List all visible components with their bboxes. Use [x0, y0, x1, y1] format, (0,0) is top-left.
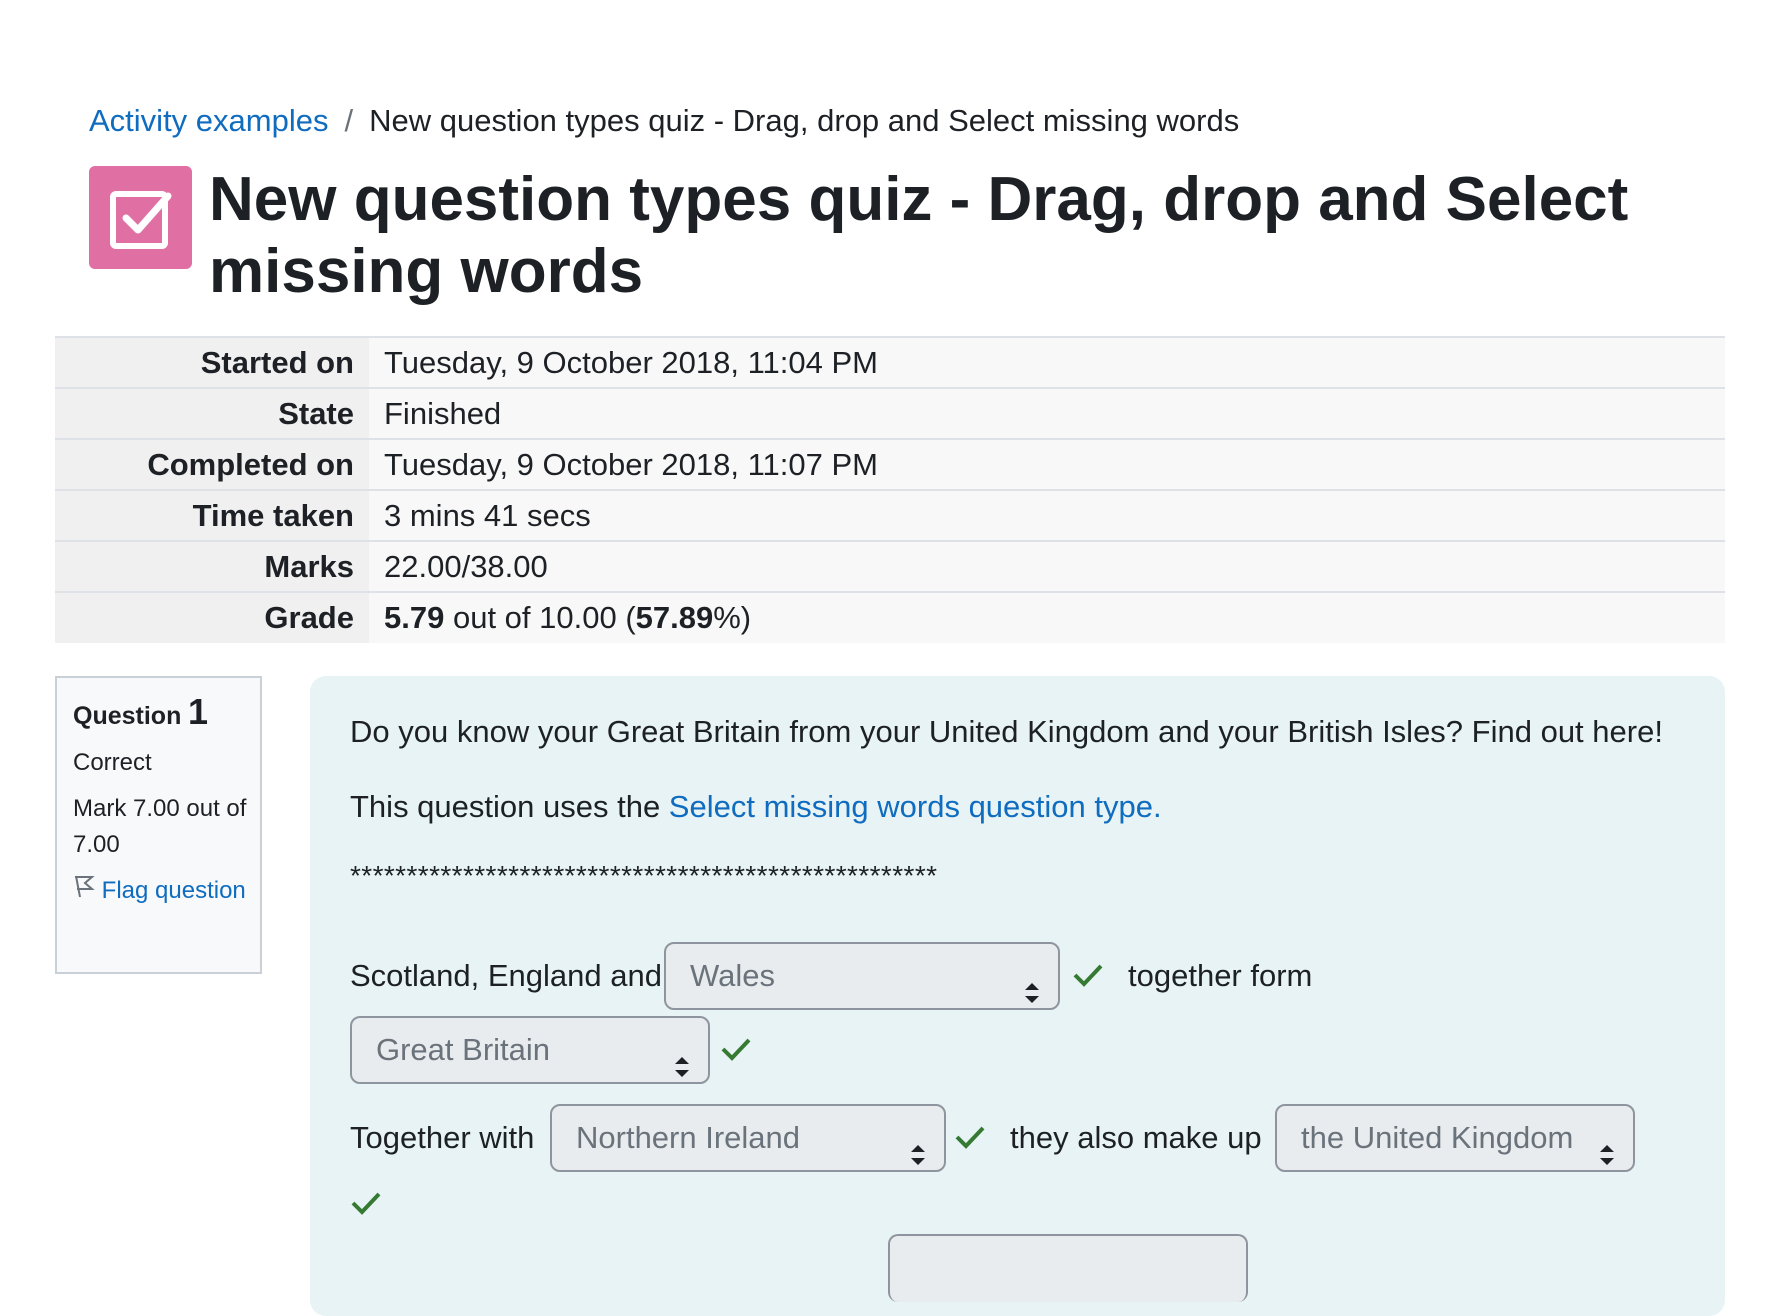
question-info-panel: Question 1 Correct Mark 7.00 out of 7.00… — [55, 676, 262, 974]
select-caret-icon — [1024, 964, 1040, 1028]
gap-text-1: Scotland, England and — [350, 958, 662, 993]
gap-text-4: they also make up — [1010, 1120, 1262, 1155]
summary-row-time: Time taken 3 mins 41 secs — [55, 490, 1725, 541]
question-type-prefix: This question uses the — [350, 789, 669, 824]
flag-icon — [73, 875, 95, 904]
flag-question-link[interactable]: Flag question — [73, 873, 253, 909]
gap-select-2-value: Great Britain — [376, 1032, 551, 1067]
select-caret-icon — [910, 1126, 926, 1190]
grade-end: %) — [713, 600, 752, 635]
summary-row-marks: Marks 22.00/38.00 — [55, 541, 1725, 592]
gap-select-1[interactable]: Wales — [664, 942, 1060, 1010]
summary-row-grade: Grade 5.79 out of 10.00 (57.89%) — [55, 592, 1725, 643]
question-content: Do you know your Great Britain from your… — [310, 676, 1725, 1316]
question-type-line: This question uses the Select missing wo… — [350, 787, 1162, 827]
question-intro: Do you know your Great Britain from your… — [350, 714, 1663, 749]
question-type-link[interactable]: Select missing words question type. — [669, 789, 1162, 824]
summary-row-completed: Completed on Tuesday, 9 October 2018, 11… — [55, 439, 1725, 490]
gap-select-2[interactable]: Great Britain — [350, 1016, 710, 1084]
select-caret-icon — [1599, 1126, 1615, 1190]
select-caret-icon — [674, 1038, 690, 1102]
grade-label: Grade — [55, 592, 369, 643]
gap-select-1-value: Wales — [690, 958, 775, 993]
summary-row-started: Started on Tuesday, 9 October 2018, 11:0… — [55, 337, 1725, 388]
question-number-value: 1 — [188, 691, 209, 732]
quiz-checkbox-icon — [89, 166, 192, 269]
grade-outof: out of 10.00 ( — [444, 600, 636, 635]
gap-select-3-value: Northern Ireland — [576, 1120, 801, 1155]
question-number: Question 1 — [73, 694, 260, 735]
gap-text-2: together form — [1128, 958, 1313, 993]
gap-text-3: Together with — [350, 1120, 535, 1155]
gap-select-5[interactable] — [888, 1234, 1248, 1302]
question-state: Correct — [73, 749, 152, 776]
time-taken-value: 3 mins 41 secs — [369, 490, 1725, 541]
gap-select-4-value: the United Kingdom — [1301, 1120, 1574, 1155]
breadcrumb: Activity examples / New question types qui… — [89, 101, 1239, 141]
correct-tick-icon — [350, 1188, 382, 1224]
breadcrumb-separator: / — [344, 103, 354, 138]
correct-tick-icon — [1072, 960, 1104, 996]
question-divider: ****************************************… — [350, 860, 938, 891]
correct-tick-icon — [954, 1122, 986, 1158]
breadcrumb-link-activity-examples[interactable]: Activity examples — [89, 103, 328, 138]
gap-select-4[interactable]: the United Kingdom — [1275, 1104, 1635, 1172]
grade-score: 5.79 — [384, 600, 445, 635]
marks-value: 22.00/38.00 — [369, 541, 1725, 592]
state-label: State — [55, 388, 369, 439]
completed-value: Tuesday, 9 October 2018, 11:07 PM — [369, 439, 1725, 490]
started-label: Started on — [55, 337, 369, 388]
state-value: Finished — [369, 388, 1725, 439]
breadcrumb-current: New question types quiz - Drag, drop and… — [369, 103, 1240, 138]
time-taken-label: Time taken — [55, 490, 369, 541]
flag-question-label[interactable]: Flag question — [102, 877, 246, 904]
grade-value: 5.79 out of 10.00 (57.89%) — [369, 592, 1725, 643]
correct-tick-icon — [720, 1034, 752, 1070]
started-value: Tuesday, 9 October 2018, 11:04 PM — [369, 337, 1725, 388]
marks-label: Marks — [55, 541, 369, 592]
completed-label: Completed on — [55, 439, 369, 490]
summary-row-state: State Finished — [55, 388, 1725, 439]
grade-percent: 57.89 — [635, 600, 714, 635]
gap-select-3[interactable]: Northern Ireland — [550, 1104, 946, 1172]
question-mark: Mark 7.00 out of 7.00 — [73, 795, 247, 858]
question-number-label: Question — [73, 702, 182, 730]
page-title: New question types quiz - Drag, drop and… — [209, 165, 1629, 306]
attempt-summary-table: Started on Tuesday, 9 October 2018, 11:0… — [55, 336, 1725, 643]
